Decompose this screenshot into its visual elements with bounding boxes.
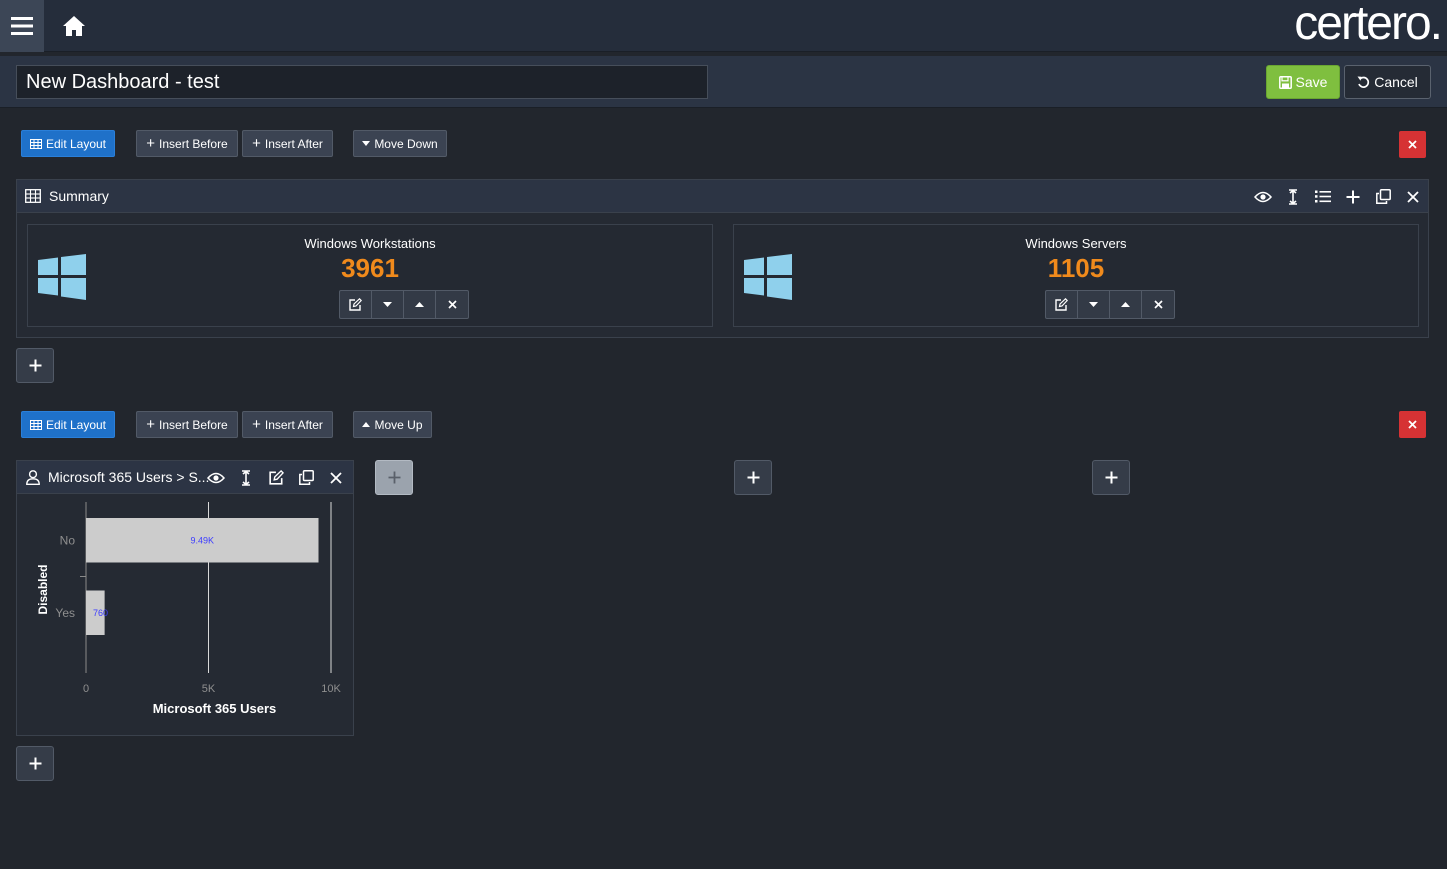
x-tick-label: 10K xyxy=(321,683,341,695)
plus-icon xyxy=(1105,471,1117,484)
insert-after-label: Insert After xyxy=(264,417,323,432)
plus-icon: + xyxy=(252,135,261,152)
plus-icon: + xyxy=(146,416,156,433)
kpi-card-windows-servers: Windows Servers 1105 xyxy=(733,224,1419,327)
chart-panel-title: Microsoft 365 Users > S... xyxy=(48,469,210,485)
bar-data-label: 9.49K xyxy=(190,535,214,545)
caret-down-icon[interactable] xyxy=(372,291,404,318)
plus-icon xyxy=(29,757,41,770)
y-tick-label: No xyxy=(60,533,76,547)
plus-icon xyxy=(388,471,400,484)
dashboard-name-input[interactable] xyxy=(16,65,708,99)
caret-down-icon[interactable] xyxy=(1078,291,1110,318)
kpi-label: Windows Workstations xyxy=(304,236,436,251)
edit-icon[interactable] xyxy=(340,291,372,318)
row1-insert-before-button[interactable]: + Insert Before xyxy=(136,130,238,157)
certero-logo: certero. xyxy=(1294,0,1443,50)
summary-panel-header: Summary xyxy=(17,180,1428,213)
grid-icon xyxy=(29,419,42,430)
add-widget-button-col3[interactable] xyxy=(734,460,772,495)
kpi-tools xyxy=(339,290,469,319)
close-icon[interactable] xyxy=(327,469,345,487)
row2-insert-before-button[interactable]: + Insert Before xyxy=(136,411,238,438)
add-row-button-bottom[interactable] xyxy=(16,746,54,781)
move-down-label: Move Down xyxy=(374,136,438,151)
resize-height-icon[interactable] xyxy=(237,469,255,487)
hamburger-menu-icon[interactable] xyxy=(0,0,44,52)
row1-delete-button[interactable] xyxy=(1399,131,1426,158)
edit-layout-label: Edit Layout xyxy=(45,417,107,432)
user-icon xyxy=(26,469,40,485)
row1-edit-layout-button[interactable]: Edit Layout xyxy=(21,130,115,157)
insert-before-label: Insert Before xyxy=(159,136,228,151)
close-icon[interactable] xyxy=(1142,291,1174,318)
caret-up-icon xyxy=(362,422,371,427)
bar-data-label: 760 xyxy=(93,608,108,618)
resize-height-icon[interactable] xyxy=(1284,188,1302,206)
summary-panel: Summary Windows Workstations 3961 Window… xyxy=(16,179,1429,338)
close-icon xyxy=(1408,420,1417,429)
caret-up-icon[interactable] xyxy=(404,291,436,318)
edit-layout-label: Edit Layout xyxy=(45,136,107,151)
row1-move-down-button[interactable]: Move Down xyxy=(353,130,447,157)
undo-icon xyxy=(1357,76,1370,88)
add-row-button[interactable] xyxy=(16,348,54,383)
kpi-card-windows-workstations: Windows Workstations 3961 xyxy=(27,224,713,327)
dashboard-title-bar: Save Cancel xyxy=(0,56,1447,108)
home-icon[interactable] xyxy=(52,0,96,52)
row2-delete-button[interactable] xyxy=(1399,411,1426,438)
x-tick-label: 5K xyxy=(202,683,216,695)
chart-panel-header: Microsoft 365 Users > S... xyxy=(17,461,353,494)
kpi-label: Windows Servers xyxy=(1025,236,1127,251)
clone-icon[interactable] xyxy=(297,469,315,487)
row1-insert-after-button[interactable]: + Insert After xyxy=(242,130,333,157)
kpi-tools xyxy=(1045,290,1175,319)
table-icon xyxy=(25,189,41,203)
save-button[interactable]: Save xyxy=(1266,65,1340,99)
summary-panel-title: Summary xyxy=(49,188,109,204)
x-tick-label: 0 xyxy=(83,683,89,695)
move-up-label: Move Up xyxy=(374,417,423,432)
cancel-button[interactable]: Cancel xyxy=(1344,65,1431,99)
eye-icon[interactable] xyxy=(1254,188,1272,206)
eye-icon[interactable] xyxy=(207,469,225,487)
close-icon[interactable] xyxy=(436,291,468,318)
close-icon[interactable] xyxy=(1404,188,1422,206)
caret-up-icon[interactable] xyxy=(1110,291,1142,318)
top-bar: certero. xyxy=(0,0,1447,52)
edit-icon[interactable] xyxy=(267,469,285,487)
add-widget-button-col4[interactable] xyxy=(1092,460,1130,495)
plus-icon: + xyxy=(252,416,261,433)
plus-icon xyxy=(747,471,759,484)
plus-icon: + xyxy=(146,135,156,152)
cancel-label: Cancel xyxy=(1374,74,1418,90)
row2-edit-layout-button[interactable]: Edit Layout xyxy=(21,411,115,438)
grid-icon xyxy=(29,138,42,149)
m365-users-chart-panel: Microsoft 365 Users > S... 9.49K No 760 Yes… xyxy=(16,460,354,736)
list-icon[interactable] xyxy=(1314,188,1332,206)
add-icon[interactable] xyxy=(1344,188,1362,206)
y-tick-label: Yes xyxy=(55,606,75,620)
save-label: Save xyxy=(1295,74,1328,90)
kpi-value: 3961 xyxy=(341,253,399,283)
caret-down-icon xyxy=(362,141,371,146)
m365-users-bar-chart: 9.49K No 760 Yes 0 5K 10K Microsoft 365 Users Di… xyxy=(36,502,341,716)
y-axis-title: Disabled xyxy=(36,564,50,614)
add-widget-button-col2[interactable] xyxy=(375,460,413,495)
row2-insert-after-button[interactable]: + Insert After xyxy=(242,411,333,438)
x-axis-title: Microsoft 365 Users xyxy=(153,701,277,716)
floppy-disk-icon xyxy=(1278,75,1292,89)
plus-icon xyxy=(29,359,41,372)
edit-icon[interactable] xyxy=(1046,291,1078,318)
row2-move-up-button[interactable]: Move Up xyxy=(353,411,432,438)
kpi-value: 1105 xyxy=(1047,253,1105,283)
close-icon xyxy=(1408,140,1417,149)
insert-after-label: Insert After xyxy=(264,136,323,151)
insert-before-label: Insert Before xyxy=(159,417,228,432)
clone-icon[interactable] xyxy=(1374,188,1392,206)
